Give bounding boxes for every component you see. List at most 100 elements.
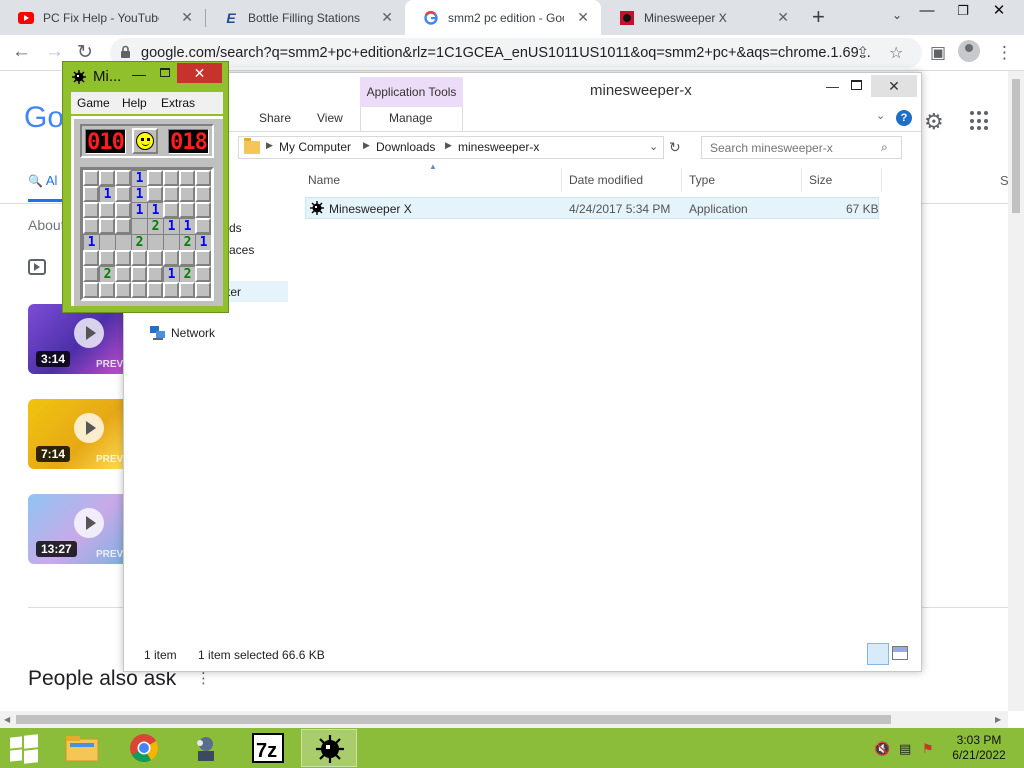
side-panel-icon[interactable]: ▣ bbox=[930, 43, 946, 63]
hidden-cell[interactable] bbox=[147, 266, 163, 282]
close-window-icon[interactable]: ✕ bbox=[177, 63, 222, 83]
maximize-window-icon[interactable] bbox=[851, 80, 862, 90]
speaker-muted-icon[interactable]: 🔇 bbox=[874, 741, 890, 757]
hidden-cell[interactable] bbox=[115, 282, 131, 298]
nav-item-partial[interactable]: aces bbox=[229, 243, 254, 257]
tab-share[interactable]: Share bbox=[259, 111, 291, 125]
nav-item-network[interactable]: Network bbox=[171, 326, 215, 340]
back-arrow-icon[interactable]: ← bbox=[12, 41, 31, 63]
tab-bottle-filling[interactable]: E Bottle Filling Stations | El ✕ bbox=[205, 0, 405, 35]
hidden-cell[interactable] bbox=[195, 202, 211, 218]
7zip-icon[interactable]: 7z bbox=[240, 729, 296, 767]
menu-extras[interactable]: Extras bbox=[161, 96, 195, 110]
help-icon[interactable]: ? bbox=[896, 110, 912, 126]
minimize-window-icon[interactable]: — bbox=[826, 79, 839, 94]
number-cell[interactable]: 1 bbox=[163, 218, 179, 234]
breadcrumb-my-computer[interactable]: My Computer bbox=[279, 140, 351, 154]
hidden-cell[interactable] bbox=[115, 266, 131, 282]
google-logo[interactable]: Go bbox=[24, 101, 64, 135]
minimize-window-icon[interactable]: — bbox=[132, 66, 146, 82]
hidden-cell[interactable] bbox=[147, 186, 163, 202]
hidden-cell[interactable] bbox=[163, 186, 179, 202]
number-cell[interactable]: 2 bbox=[131, 234, 147, 250]
hidden-cell[interactable] bbox=[83, 218, 99, 234]
chevron-right-icon[interactable]: ▶ bbox=[363, 140, 370, 151]
hidden-cell[interactable] bbox=[195, 282, 211, 298]
forward-arrow-icon[interactable]: → bbox=[45, 41, 64, 63]
share-icon[interactable]: ⇪ bbox=[856, 43, 869, 63]
scroll-right-icon[interactable]: ▶ bbox=[995, 715, 1001, 724]
file-explorer-icon[interactable] bbox=[54, 729, 110, 767]
nav-item-partial[interactable]: ds bbox=[229, 221, 242, 235]
restore-window-icon[interactable]: ❐ bbox=[946, 0, 980, 26]
hidden-cell[interactable] bbox=[195, 186, 211, 202]
file-row[interactable]: Minesweeper X 4/24/2017 5:34 PM Applicat… bbox=[305, 197, 879, 219]
hidden-cell[interactable] bbox=[83, 170, 99, 186]
scrollbar-thumb[interactable] bbox=[1012, 79, 1020, 213]
hidden-cell[interactable] bbox=[147, 250, 163, 266]
column-name[interactable]: Name bbox=[308, 173, 340, 187]
hidden-cell[interactable] bbox=[163, 282, 179, 298]
windows-start-icon[interactable] bbox=[10, 734, 38, 764]
column-separator[interactable] bbox=[561, 169, 562, 191]
number-cell[interactable]: 2 bbox=[179, 234, 195, 250]
tab-youtube[interactable]: PC Fix Help - YouTube ✕ bbox=[0, 0, 205, 35]
hidden-cell[interactable] bbox=[163, 250, 179, 266]
close-tab-icon[interactable]: ✕ bbox=[577, 9, 589, 26]
number-cell[interactable]: 1 bbox=[131, 186, 147, 202]
hidden-cell[interactable] bbox=[115, 218, 131, 234]
hidden-cell[interactable] bbox=[195, 170, 211, 186]
smiley-face-button[interactable] bbox=[132, 128, 158, 154]
hidden-cell[interactable] bbox=[195, 218, 211, 234]
column-separator[interactable] bbox=[801, 169, 802, 191]
horizontal-scrollbar[interactable]: ◀ ▶ bbox=[0, 711, 1008, 728]
hidden-cell[interactable] bbox=[99, 250, 115, 266]
close-tab-icon[interactable]: ✕ bbox=[181, 9, 193, 26]
gear-icon[interactable]: ⚙ bbox=[924, 109, 944, 135]
chevron-down-icon[interactable]: ⌄ bbox=[892, 8, 902, 22]
address-bar[interactable]: google.com/search?q=smm2+pc+edition&rlz=… bbox=[110, 38, 922, 68]
hidden-cell[interactable] bbox=[179, 282, 195, 298]
menu-help[interactable]: Help bbox=[122, 96, 147, 110]
tab-all[interactable]: 🔍 Al bbox=[28, 173, 57, 188]
column-type[interactable]: Type bbox=[689, 173, 715, 187]
hidden-cell[interactable] bbox=[147, 282, 163, 298]
breadcrumb-downloads[interactable]: Downloads bbox=[376, 140, 435, 154]
refresh-icon[interactable]: ↻ bbox=[669, 139, 681, 156]
revealed-cell[interactable] bbox=[147, 234, 163, 250]
tab-google-search[interactable]: smm2 pc edition - Goog ✕ bbox=[405, 0, 601, 35]
number-cell[interactable]: 2 bbox=[99, 266, 115, 282]
number-cell[interactable]: 1 bbox=[195, 234, 211, 250]
tab-manage[interactable]: Manage bbox=[389, 111, 432, 125]
action-center-icon[interactable]: ⚑ bbox=[922, 741, 934, 757]
revealed-cell[interactable] bbox=[131, 218, 147, 234]
revealed-cell[interactable] bbox=[163, 234, 179, 250]
hidden-cell[interactable] bbox=[179, 250, 195, 266]
hidden-cell[interactable] bbox=[99, 170, 115, 186]
hidden-cell[interactable] bbox=[99, 202, 115, 218]
number-cell[interactable]: 1 bbox=[99, 186, 115, 202]
vertical-scrollbar[interactable] bbox=[1008, 71, 1024, 711]
number-cell[interactable]: 1 bbox=[163, 266, 179, 282]
number-cell[interactable]: 1 bbox=[147, 202, 163, 218]
tab-minesweeper-x[interactable]: Minesweeper X ✕ bbox=[601, 0, 801, 35]
hidden-cell[interactable] bbox=[147, 170, 163, 186]
column-size[interactable]: Size bbox=[809, 173, 832, 187]
chevron-right-icon[interactable]: ▶ bbox=[266, 140, 273, 151]
hidden-cell[interactable] bbox=[131, 266, 147, 282]
number-cell[interactable]: 2 bbox=[147, 218, 163, 234]
chevron-down-icon[interactable]: ⌄ bbox=[649, 140, 658, 153]
hidden-cell[interactable] bbox=[195, 266, 211, 282]
new-tab-icon[interactable]: + bbox=[812, 4, 825, 30]
video-thumbnail[interactable]: 3:14 PREV bbox=[28, 304, 124, 374]
hidden-cell[interactable] bbox=[179, 202, 195, 218]
profile-avatar[interactable] bbox=[958, 40, 980, 62]
close-window-icon[interactable]: ✕ bbox=[982, 0, 1016, 26]
tab-partial[interactable]: S bbox=[1000, 173, 1008, 188]
hidden-cell[interactable] bbox=[179, 186, 195, 202]
video-thumbnail[interactable]: 13:27 PREV bbox=[28, 494, 124, 564]
clock[interactable]: 3:03 PM 6/21/2022 bbox=[944, 733, 1014, 763]
hidden-cell[interactable] bbox=[115, 250, 131, 266]
large-icons-view-icon[interactable] bbox=[892, 646, 908, 660]
hidden-cell[interactable] bbox=[115, 186, 131, 202]
